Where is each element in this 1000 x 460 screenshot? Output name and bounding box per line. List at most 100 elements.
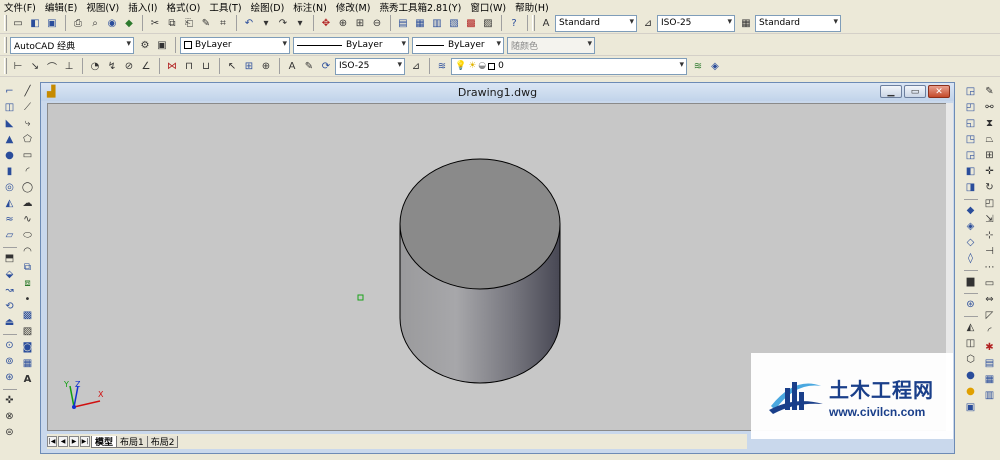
first-tab-button[interactable]: |◀ <box>47 436 57 447</box>
scale-icon[interactable]: ◰ <box>982 196 998 212</box>
save-workspace-icon[interactable]: ▣ <box>154 37 170 53</box>
gradient-icon[interactable]: ▨ <box>20 324 36 340</box>
extra-tool-1-icon[interactable]: ▤ <box>982 356 998 372</box>
back-view-icon[interactable]: ◨ <box>963 180 979 196</box>
jogged-dim-icon[interactable]: ↯ <box>104 58 120 74</box>
make-block-icon[interactable]: ⧈ <box>20 276 36 292</box>
undo-dropdown-icon[interactable]: ▾ <box>258 15 274 31</box>
last-tab-button[interactable]: ▶| <box>80 436 90 447</box>
menu-view[interactable]: 视图(V) <box>86 0 119 14</box>
revolve-icon[interactable]: ⟲ <box>2 299 18 315</box>
left-view-icon[interactable]: ◳ <box>963 132 979 148</box>
dim-style-icon[interactable]: ⊿ <box>640 15 656 31</box>
drawing-title-bar[interactable]: ▟ Drawing1.dwg ▁ ▭ ✕ <box>41 83 954 101</box>
workspace-select[interactable]: AutoCAD 经典 <box>10 36 134 54</box>
dim-text-edit-icon[interactable]: ✎ <box>301 58 317 74</box>
open-file-icon[interactable]: ◧ <box>27 15 43 31</box>
right-view-icon[interactable]: ◲ <box>963 148 979 164</box>
cylinder-top[interactable] <box>399 158 561 290</box>
conceptual-icon[interactable]: ● <box>963 384 979 400</box>
menu-insert[interactable]: 插入(I) <box>128 0 157 14</box>
presspull-icon[interactable]: ⬙ <box>2 267 18 283</box>
dim-update-icon[interactable]: ⟳ <box>318 58 334 74</box>
front-view-icon[interactable]: ◧ <box>963 164 979 180</box>
break-at-point-icon[interactable]: ⋯ <box>982 260 998 276</box>
polygon-icon[interactable]: ⬠ <box>20 132 36 148</box>
sphere-icon[interactable]: ● <box>2 148 18 164</box>
block-editor-icon[interactable]: ⌗ <box>215 15 231 31</box>
publish-icon[interactable]: ◉ <box>104 15 120 31</box>
tab-model[interactable]: 模型 <box>91 435 118 448</box>
save-icon[interactable]: ▣ <box>44 15 60 31</box>
join-icon[interactable]: ⇔ <box>982 292 998 308</box>
next-tab-button[interactable]: ▶ <box>69 436 79 447</box>
3d-align-icon[interactable]: ⊜ <box>2 425 18 441</box>
ellipse-arc-icon[interactable]: ◠ <box>20 244 36 260</box>
cut-icon[interactable]: ✂ <box>147 15 163 31</box>
tab-layout1[interactable]: 布局1 <box>116 435 148 448</box>
2d-wireframe-icon[interactable]: ◭ <box>963 320 979 336</box>
spline-icon[interactable]: ∿ <box>20 212 36 228</box>
loft-icon[interactable]: ⏏ <box>2 315 18 331</box>
sw-iso-icon[interactable]: ◆ <box>963 203 979 219</box>
top-view-icon[interactable]: ◰ <box>963 100 979 116</box>
array-icon[interactable]: ⊞ <box>982 148 998 164</box>
menu-format[interactable]: 格式(O) <box>166 0 200 14</box>
match-properties-icon[interactable]: ✎ <box>198 15 214 31</box>
redo-icon[interactable]: ↷ <box>275 15 291 31</box>
explode-icon[interactable]: ✱ <box>982 340 998 356</box>
3d-rotate-icon[interactable]: ⊗ <box>2 409 18 425</box>
3d-move-icon[interactable]: ✜ <box>2 393 18 409</box>
linear-dim-icon[interactable]: ⊢ <box>10 58 26 74</box>
zoom-realtime-icon[interactable]: ⊕ <box>335 15 351 31</box>
diameter-dim-icon[interactable]: ⊘ <box>121 58 137 74</box>
orbit-icon[interactable]: ⊛ <box>963 297 979 313</box>
offset-icon[interactable]: ⏢ <box>982 132 998 148</box>
baseline-dim-icon[interactable]: ⊓ <box>181 58 197 74</box>
help-icon[interactable]: ? <box>506 15 522 31</box>
extend-icon[interactable]: ⊣ <box>982 244 998 260</box>
tool-palettes-icon[interactable]: ▥ <box>429 15 445 31</box>
line-icon[interactable]: ╱ <box>20 84 36 100</box>
print-preview-icon[interactable]: ⌕ <box>87 15 103 31</box>
dim-style-control[interactable]: ISO-25 <box>335 57 405 75</box>
lineweight-select[interactable]: ByLayer <box>412 36 504 54</box>
rectangle-icon[interactable]: ▭ <box>20 148 36 164</box>
angular-dim-icon[interactable]: ∠ <box>138 58 154 74</box>
union-icon[interactable]: ⊙ <box>2 338 18 354</box>
drawing-app-icon[interactable]: ▟ <box>47 85 60 98</box>
subtract-icon[interactable]: ⊚ <box>2 354 18 370</box>
trim-icon[interactable]: ⊹ <box>982 228 998 244</box>
toolbar-grip[interactable] <box>532 15 535 31</box>
bottom-view-icon[interactable]: ◱ <box>963 116 979 132</box>
arc-length-icon[interactable]: ⌒ <box>44 58 60 74</box>
sweep-icon[interactable]: ↝ <box>2 283 18 299</box>
stretch-icon[interactable]: ⇲ <box>982 212 998 228</box>
polysolid-icon[interactable]: ⌐ <box>2 84 18 100</box>
chamfer-icon[interactable]: ◸ <box>982 308 998 324</box>
nw-iso-icon[interactable]: ◊ <box>963 251 979 267</box>
table-style-select[interactable]: Standard <box>755 14 841 32</box>
3d-dwf-icon[interactable]: ◆ <box>121 15 137 31</box>
text-style-icon[interactable]: A <box>538 15 554 31</box>
polyline-icon[interactable]: ⤷ <box>20 116 36 132</box>
menu-edit[interactable]: 编辑(E) <box>45 0 77 14</box>
aligned-dim-icon[interactable]: ↘ <box>27 58 43 74</box>
ellipse-icon[interactable]: ⬭ <box>20 228 36 244</box>
calculator-icon[interactable]: ▨ <box>480 15 496 31</box>
redo-dropdown-icon[interactable]: ▾ <box>292 15 308 31</box>
pyramid-icon[interactable]: ◭ <box>2 196 18 212</box>
menu-file[interactable]: 文件(F) <box>4 0 36 14</box>
layer-manager-icon[interactable]: ≋ <box>434 58 450 74</box>
undo-icon[interactable]: ↶ <box>241 15 257 31</box>
color-select[interactable]: ByLayer <box>180 36 290 54</box>
sheet-set-icon[interactable]: ▧ <box>446 15 462 31</box>
tolerance-icon[interactable]: ⊞ <box>241 58 257 74</box>
planar-surface-icon[interactable]: ▱ <box>2 228 18 244</box>
center-mark-icon[interactable]: ⊕ <box>258 58 274 74</box>
extra-tool-2-icon[interactable]: ▦ <box>982 372 998 388</box>
toolbar-grip[interactable] <box>4 58 7 74</box>
zoom-window-icon[interactable]: ⊞ <box>352 15 368 31</box>
prev-tab-button[interactable]: ◀ <box>58 436 68 447</box>
copy-object-icon[interactable]: ⚯ <box>982 100 998 116</box>
